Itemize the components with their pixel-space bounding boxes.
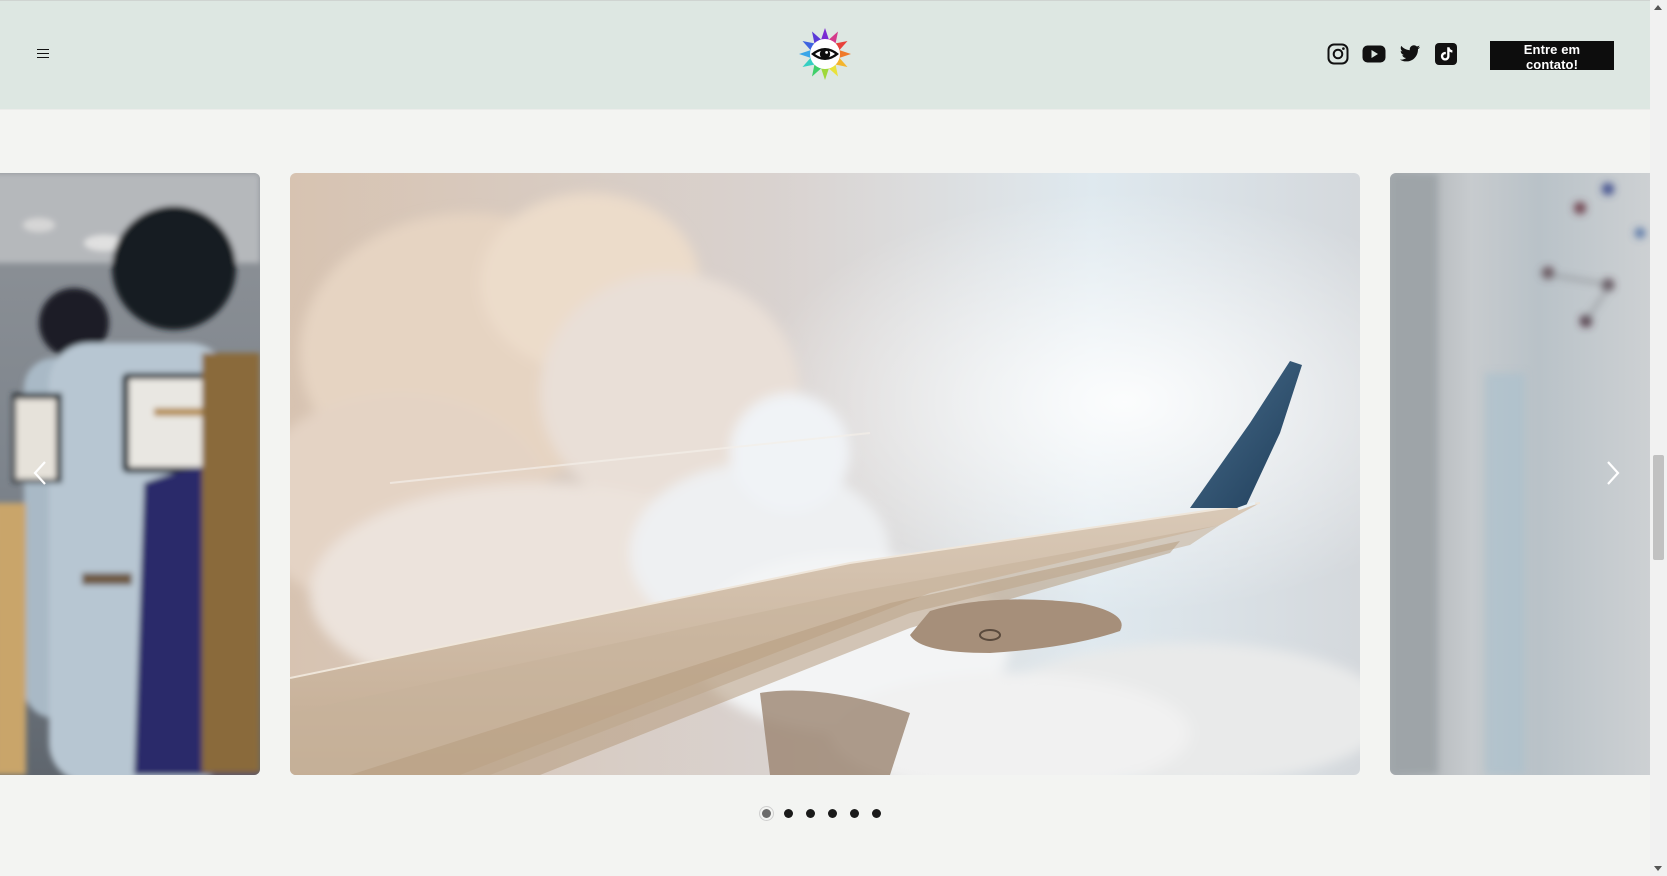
image-carousel	[0, 173, 1650, 775]
scroll-down-arrow-icon[interactable]	[1654, 866, 1662, 871]
page-scrollbar[interactable]	[1650, 0, 1667, 876]
carousel-dot-2[interactable]	[784, 809, 793, 818]
carousel-dot-1[interactable]	[762, 809, 771, 818]
social-links	[1325, 41, 1459, 67]
contact-button[interactable]: Entre em contato!	[1490, 41, 1614, 72]
carousel-dot-6[interactable]	[872, 809, 881, 818]
hamburger-menu-icon[interactable]	[34, 46, 54, 64]
scrollbar-thumb[interactable]	[1653, 455, 1664, 560]
instagram-icon[interactable]	[1325, 41, 1351, 67]
site-header: Entre em contato!	[0, 1, 1650, 109]
twitter-icon[interactable]	[1397, 41, 1423, 67]
carousel-pagination	[762, 809, 881, 818]
rainbow-eye-logo[interactable]	[798, 27, 852, 81]
tiktok-icon[interactable]	[1433, 41, 1459, 67]
chevron-left-icon[interactable]	[26, 458, 56, 488]
youtube-icon[interactable]	[1361, 41, 1387, 67]
carousel-slide-current[interactable]	[290, 173, 1360, 775]
chevron-right-icon[interactable]	[1597, 458, 1627, 488]
carousel-dot-3[interactable]	[806, 809, 815, 818]
carousel-dot-5[interactable]	[850, 809, 859, 818]
scroll-up-arrow-icon[interactable]	[1654, 5, 1662, 10]
carousel-dot-4[interactable]	[828, 809, 837, 818]
